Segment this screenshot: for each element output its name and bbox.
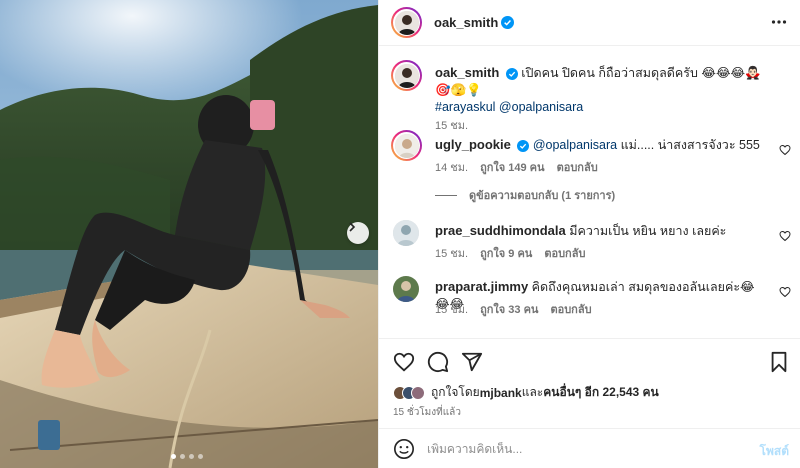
likes-summary[interactable]: ถูกใจโดย mjbank และ คนอื่นๆ อีก 22,543 ค… (393, 383, 659, 402)
comment-username[interactable]: ugly_pookie (435, 137, 511, 152)
caption-avatar-image (394, 63, 419, 88)
comment-mention[interactable]: @opalpanisara (533, 138, 617, 152)
caption-avatar-ring[interactable] (391, 60, 422, 91)
comment-like-count[interactable]: ถูกใจ 33 คน (480, 300, 538, 318)
more-options-icon[interactable] (771, 14, 787, 30)
carousel-next-button[interactable] (347, 222, 369, 244)
comment-composer: โพสต์ (379, 428, 800, 468)
post-detail-panel: oak_smith oak_smith เปิดคน ปิดคน ก็ถือว่… (378, 0, 800, 468)
comment-body: แม่..... น่าสงสารจังวะ 555 (617, 138, 760, 152)
view-replies-label: ดูข้อความตอบกลับ (1 รายการ) (469, 190, 616, 202)
comment-username[interactable]: prae_suddhimondala (435, 223, 566, 238)
likes-username[interactable]: mjbank (480, 386, 522, 400)
comment-reply-button[interactable]: ตอบกลับ (550, 300, 591, 318)
comment-item: ugly_pookie @opalpanisara แม่..... น่าสง… (391, 130, 791, 190)
photo-scene (0, 0, 378, 468)
caption-username[interactable]: oak_smith (435, 65, 499, 80)
carousel-dot (171, 454, 176, 459)
like-comment-heart-icon[interactable] (779, 286, 791, 298)
comment-username[interactable]: praparat.jimmy (435, 279, 528, 294)
comments-list[interactable]: oak_smith เปิดคน ปิดคน ก็ถือว่าสมดุลดีคร… (379, 46, 800, 338)
comment-item: praparat.jimmy คิดถึงคุณหมอเล่า สมดุลของ… (391, 274, 791, 324)
carousel-dot (189, 454, 194, 459)
liker-avatar (411, 385, 425, 400)
comment-time[interactable]: 15 ชม. (435, 244, 468, 262)
comment-item: prae_suddhimondala มีความเป็น หยิน หยาง … (391, 218, 791, 268)
comment-avatar-image (394, 133, 419, 158)
author-username[interactable]: oak_smith (434, 15, 498, 30)
comment-reply-button[interactable]: ตอบกลับ (557, 158, 598, 176)
like-comment-heart-icon[interactable] (779, 144, 791, 156)
post-timestamp[interactable]: 15 ชั่วโมงที่แล้ว (393, 405, 461, 420)
carousel-dot (198, 454, 203, 459)
carousel-dot (180, 454, 185, 459)
caption-mentions[interactable]: #arayaskul @opalpanisara (435, 100, 583, 114)
comment-avatar-ring[interactable] (391, 130, 422, 161)
post-header: oak_smith (379, 0, 800, 46)
comment-bubble-icon[interactable] (427, 351, 449, 373)
caption: oak_smith เปิดคน ปิดคน ก็ถือว่าสมดุลดีคร… (391, 60, 791, 132)
emoji-icon[interactable] (393, 438, 415, 460)
verified-badge-icon (501, 16, 515, 29)
likes-others[interactable]: คนอื่นๆ อีก 22,543 คน (543, 383, 659, 402)
comment-like-count[interactable]: ถูกใจ 149 คน (480, 158, 544, 176)
verified-badge-icon (505, 67, 518, 80)
share-send-icon[interactable] (461, 351, 483, 373)
comment-avatar-image (393, 276, 419, 302)
carousel-indicator (171, 454, 203, 459)
comment-meta: 14 ชม. ถูกใจ 149 คน ตอบกลับ (435, 158, 598, 176)
comment-meta: 15 ชม. ถูกใจ 33 คน ตอบกลับ (435, 300, 592, 318)
comment-input[interactable] (427, 441, 727, 456)
caption-text: oak_smith เปิดคน ปิดคน ก็ถือว่าสมดุลดีคร… (435, 64, 765, 116)
comment-time[interactable]: 15 ชม. (435, 300, 468, 318)
comment-avatar (394, 133, 419, 158)
author-avatar-image (394, 10, 419, 35)
comment-text: ugly_pookie @opalpanisara แม่..... น่าสง… (435, 136, 765, 154)
comment-avatar[interactable] (393, 220, 419, 246)
like-heart-icon[interactable] (393, 351, 415, 373)
post-photo[interactable] (0, 0, 378, 468)
chevron-right-icon (349, 222, 356, 232)
comment-text: prae_suddhimondala มีความเป็น หยิน หยาง … (435, 222, 765, 240)
comment-time[interactable]: 14 ชม. (435, 158, 468, 176)
author-avatar (394, 10, 419, 35)
comment-like-count[interactable]: ถูกใจ 9 คน (480, 244, 532, 262)
comment-meta: 15 ชม. ถูกใจ 9 คน ตอบกลับ (435, 244, 585, 262)
likes-prefix: ถูกใจโดย (431, 385, 480, 399)
view-replies-button[interactable]: ดูข้อความตอบกลับ (1 รายการ) (435, 186, 615, 204)
post-comment-button[interactable]: โพสต์ (760, 442, 789, 461)
post-actions: ถูกใจโดย mjbank และ คนอื่นๆ อีก 22,543 ค… (379, 338, 800, 428)
verified-badge-icon (517, 139, 530, 152)
caption-avatar (394, 63, 419, 88)
comment-reply-button[interactable]: ตอบกลับ (544, 244, 585, 262)
comment-body: มีความเป็น หยิน หยาง เลยค่ะ (565, 224, 727, 238)
bookmark-save-icon[interactable] (769, 351, 789, 373)
view-replies-line (435, 194, 457, 196)
like-comment-heart-icon[interactable] (779, 230, 791, 242)
likes-mid: และ (521, 385, 544, 399)
comment-avatar-image (393, 220, 419, 246)
comment-avatar[interactable] (393, 276, 419, 302)
author-avatar-ring[interactable] (391, 7, 422, 38)
